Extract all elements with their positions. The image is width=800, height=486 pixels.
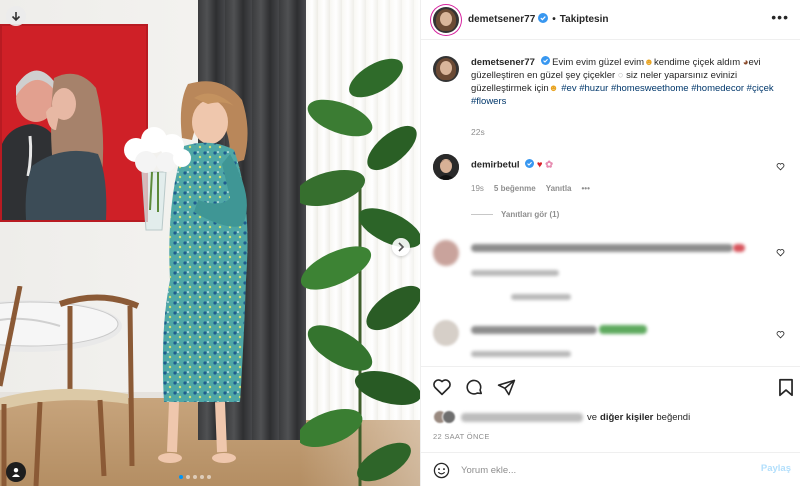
arrow-down-icon[interactable] bbox=[6, 6, 26, 26]
add-comment-bar: Paylaş bbox=[421, 452, 800, 486]
blurred-emoji bbox=[733, 244, 745, 252]
blurred-liker-name bbox=[461, 412, 583, 422]
blurred-comment bbox=[433, 236, 789, 300]
view-replies-toggle[interactable]: Yanıtları gör (1) bbox=[471, 210, 559, 219]
carousel-dot bbox=[207, 475, 211, 479]
commenter-avatar[interactable] bbox=[433, 154, 459, 180]
likes-others-link[interactable]: diğer kişiler bbox=[600, 412, 653, 423]
comment-like-heart-icon[interactable] bbox=[776, 248, 785, 260]
comment-likes[interactable]: 5 beğenme bbox=[494, 184, 536, 193]
hashtag-link[interactable]: #homedecor bbox=[691, 83, 744, 94]
smiling-face-emoji-icon: ☻ bbox=[548, 83, 559, 95]
user-tag-icon[interactable] bbox=[6, 462, 26, 482]
blurred-meta bbox=[471, 351, 571, 357]
liker-avatars bbox=[433, 410, 457, 424]
reply-button[interactable]: Yanıtla bbox=[546, 184, 572, 193]
post-action-bar bbox=[421, 366, 800, 404]
heart-icon[interactable] bbox=[431, 376, 453, 398]
verified-badge-icon bbox=[540, 56, 550, 69]
caption-text: demetsener77 Evim evim güzel evim☻kendim… bbox=[471, 56, 789, 108]
verified-badge-icon bbox=[538, 13, 549, 26]
more-options-button[interactable]: ••• bbox=[771, 10, 789, 24]
caption-avatar[interactable] bbox=[433, 56, 459, 82]
red-heart-emoji-icon: ♥ bbox=[536, 159, 543, 171]
photo-plant bbox=[294, 38, 420, 486]
hashtag-link[interactable]: #çiçek bbox=[747, 83, 774, 94]
comment-like-heart-icon[interactable] bbox=[776, 330, 785, 342]
blurred-text bbox=[471, 326, 597, 334]
verified-badge-icon bbox=[525, 159, 535, 171]
blossom-emoji-icon: ✿ bbox=[545, 159, 554, 171]
blurred-replies bbox=[511, 294, 571, 300]
photo-woman bbox=[112, 80, 272, 480]
comment-time[interactable]: 19s bbox=[471, 184, 484, 193]
smiley-icon[interactable] bbox=[433, 462, 450, 482]
post-side-panel: demetsener77 • Takiptesin ••• demetsener… bbox=[420, 0, 800, 486]
likes-summary[interactable]: ve diğer kişiler beğendi bbox=[433, 410, 690, 424]
comment-like-heart-icon[interactable] bbox=[776, 162, 785, 174]
paper-plane-icon[interactable] bbox=[495, 376, 517, 398]
smiling-face-emoji-icon: ☻ bbox=[644, 57, 655, 69]
post-header: demetsener77 • Takiptesin ••• bbox=[421, 0, 800, 40]
header-separator: • bbox=[552, 14, 556, 25]
hashtag-link[interactable]: #flowers bbox=[471, 96, 506, 107]
carousel-dot bbox=[186, 475, 190, 479]
sparkle-emoji-icon: ○ bbox=[615, 70, 624, 82]
blurred-avatar bbox=[433, 240, 459, 266]
view-replies-label: Yanıtları gör (1) bbox=[501, 210, 560, 219]
comment-input[interactable] bbox=[461, 461, 741, 479]
comment-meta: 19s 5 beğenme Yanıtla ••• bbox=[471, 184, 590, 193]
bookmark-icon[interactable] bbox=[775, 376, 797, 398]
blurred-meta bbox=[471, 270, 559, 276]
replies-line bbox=[471, 214, 493, 215]
post-timestamp[interactable]: 22 SAAT ÖNCE bbox=[433, 432, 490, 441]
post-photo[interactable] bbox=[0, 0, 420, 486]
blurred-comment bbox=[433, 320, 789, 362]
post-comment-button[interactable]: Paylaş bbox=[761, 463, 791, 474]
likes-suffix: beğendi bbox=[656, 411, 691, 423]
comment-options-button[interactable]: ••• bbox=[582, 184, 590, 193]
following-button[interactable]: Takiptesin bbox=[560, 14, 609, 25]
comment-item: demirbetul ♥ ✿ 19s 5 beğenme Yanıtla ••• bbox=[433, 154, 789, 198]
hashtag-link[interactable]: #huzur bbox=[579, 83, 608, 94]
blurred-avatar bbox=[433, 320, 459, 346]
blurred-text bbox=[471, 244, 733, 252]
author-username[interactable]: demetsener77 bbox=[468, 14, 535, 25]
hashtag-link[interactable]: #homesweethome bbox=[611, 83, 689, 94]
caption-line-2: kendime çiçek aldım bbox=[654, 57, 741, 69]
chevron-right-icon[interactable] bbox=[392, 238, 410, 256]
caption-time[interactable]: 22s bbox=[471, 127, 485, 137]
commenter-username: demirbetul ♥ ✿ bbox=[471, 159, 553, 171]
likes-connector: ve bbox=[587, 411, 598, 423]
carousel-indicator bbox=[179, 475, 211, 479]
carousel-dot-active bbox=[179, 475, 183, 479]
comment-icon[interactable] bbox=[463, 376, 485, 398]
caption-username[interactable]: demetsener77 bbox=[471, 57, 535, 68]
blurred-emoji bbox=[599, 325, 647, 334]
carousel-dot bbox=[193, 475, 197, 479]
commenter-username-link[interactable]: demirbetul bbox=[471, 160, 520, 171]
hashtag-link[interactable]: #ev bbox=[561, 83, 576, 94]
caption-line-1: Evim evim güzel evim bbox=[549, 57, 645, 69]
carousel-dot bbox=[200, 475, 204, 479]
author-avatar[interactable] bbox=[433, 6, 459, 33]
